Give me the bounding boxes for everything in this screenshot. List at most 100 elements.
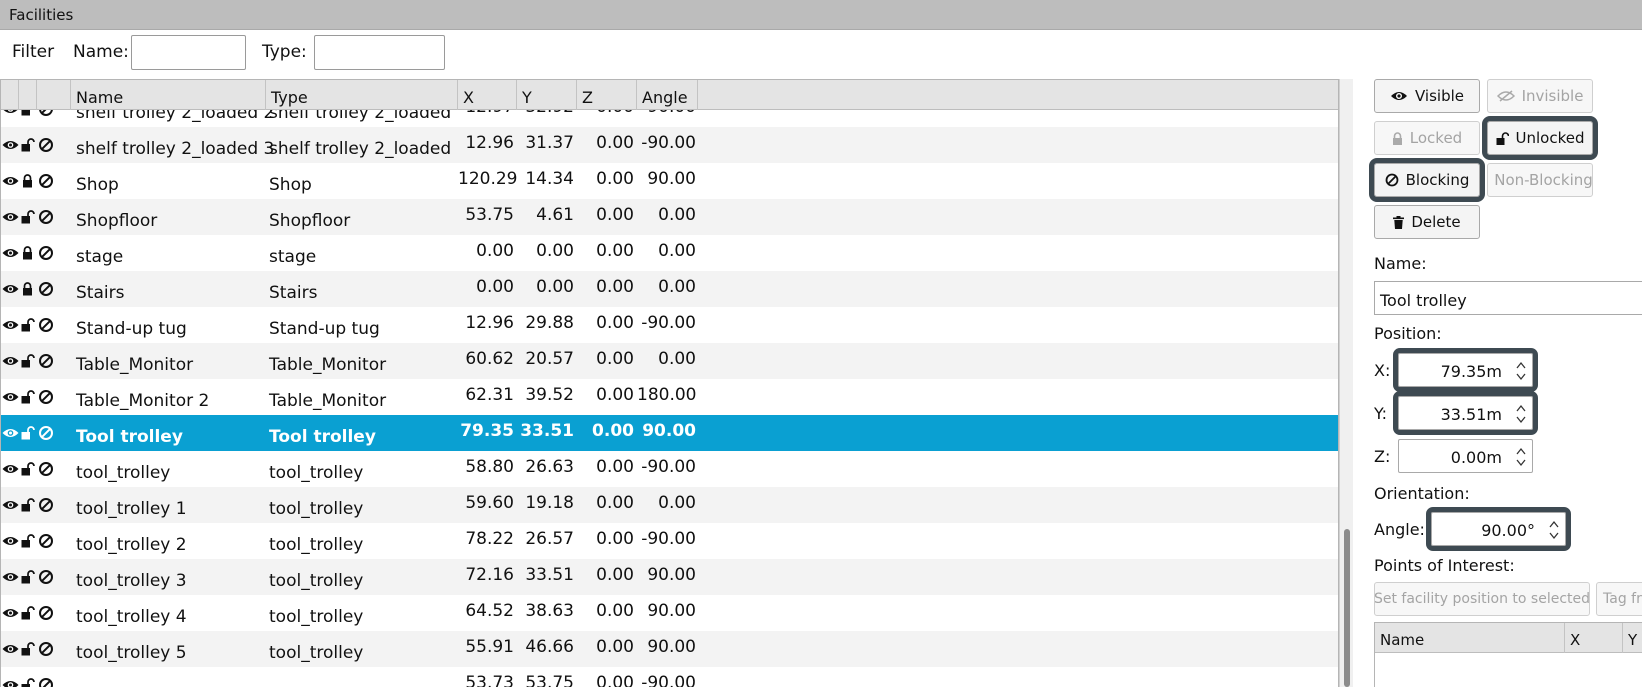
blocking-icon[interactable] — [38, 425, 54, 441]
column-header-type[interactable]: Type — [266, 80, 458, 110]
unlock-icon[interactable] — [21, 210, 35, 224]
z-spinbox[interactable]: 0.00m — [1398, 439, 1533, 473]
table-row[interactable]: Tool trolley Tool trolley 79.35 33.51 0.00 90… — [1, 415, 1338, 451]
table-row[interactable]: tool_trolley 1 tool_trolley 59.60 19.18 0.00… — [1, 487, 1338, 523]
eye-icon[interactable] — [2, 679, 19, 687]
eye-icon[interactable] — [2, 355, 19, 367]
angle-spinbox[interactable]: 90.00° — [1426, 507, 1571, 551]
column-header-x[interactable]: X — [458, 80, 517, 110]
unlock-icon[interactable] — [21, 678, 35, 687]
blocking-icon[interactable] — [38, 641, 54, 657]
poi-column-y[interactable]: Y — [1623, 623, 1642, 653]
blocking-icon[interactable] — [38, 245, 54, 261]
eye-icon[interactable] — [2, 499, 19, 511]
blocking-icon[interactable] — [38, 497, 54, 513]
table-row[interactable]: Table_Monitor Table_Monitor 60.62 20.57 0.00… — [1, 343, 1338, 379]
table-row[interactable]: Stairs Stairs 0.00 0.00 0.00 0.00 — [1, 271, 1338, 307]
table-body[interactable]: shelf trolley 2_loaded 2 shelf trolley 2_… — [1, 110, 1338, 687]
column-header-z[interactable]: Z — [577, 80, 637, 110]
spin-arrows-icon[interactable] — [1516, 445, 1526, 469]
unlock-icon[interactable] — [21, 462, 35, 476]
unlock-icon[interactable] — [21, 570, 35, 584]
spin-arrows-icon[interactable] — [1516, 359, 1526, 383]
lock-icon[interactable] — [22, 246, 33, 260]
unlock-icon[interactable] — [21, 318, 35, 332]
blocking-icon[interactable] — [38, 137, 54, 153]
column-header-angle[interactable]: Angle — [637, 80, 698, 110]
blocking-icon[interactable] — [38, 173, 54, 189]
delete-button[interactable]: Delete — [1374, 205, 1480, 239]
eye-icon[interactable] — [2, 643, 19, 655]
unlock-icon[interactable] — [21, 642, 35, 656]
blocking-icon[interactable] — [38, 677, 54, 687]
eye-icon[interactable] — [2, 175, 19, 187]
column-header-locked[interactable] — [19, 80, 37, 110]
unlocked-button[interactable]: Unlocked — [1482, 116, 1598, 160]
table-row[interactable]: tool_trolley 5 tool_trolley 55.91 46.66 0.00… — [1, 631, 1338, 667]
filter-name-input[interactable] — [131, 35, 246, 70]
blocking-icon[interactable] — [38, 533, 54, 549]
blocking-icon[interactable] — [38, 353, 54, 369]
table-row[interactable]: Stand-up tug Stand-up tug 12.96 29.88 0.00 -9… — [1, 307, 1338, 343]
non-blocking-button[interactable]: Non-Blocking — [1487, 163, 1593, 197]
eye-icon[interactable] — [2, 110, 19, 115]
blocking-icon[interactable] — [38, 605, 54, 621]
y-spinbox[interactable]: 33.51m — [1393, 391, 1538, 435]
name-field[interactable]: Tool trolley — [1374, 281, 1642, 315]
eye-icon[interactable] — [2, 463, 19, 475]
points-of-interest-table[interactable]: Name X Y — [1374, 622, 1642, 687]
locked-button[interactable]: Locked — [1374, 121, 1480, 155]
blocking-button[interactable]: Blocking — [1369, 158, 1485, 202]
table-row[interactable]: 53.73 53.75 0.00 -90.00 — [1, 667, 1338, 687]
eye-icon[interactable] — [2, 319, 19, 331]
column-header-name[interactable]: Name — [71, 80, 266, 110]
unlock-icon[interactable] — [21, 426, 35, 440]
eye-icon[interactable] — [2, 211, 19, 223]
table-row[interactable]: shelf trolley 2_loaded 3 shelf trolley 2_… — [1, 127, 1338, 163]
invisible-button[interactable]: Invisible — [1487, 79, 1593, 113]
unlock-icon[interactable] — [21, 498, 35, 512]
set-facility-position-button[interactable]: Set facility position to selected — [1374, 582, 1590, 616]
x-spinbox[interactable]: 79.35m — [1393, 348, 1538, 392]
unlock-icon[interactable] — [21, 138, 35, 152]
column-header-visible[interactable] — [1, 80, 19, 110]
scrollbar-thumb[interactable] — [1344, 529, 1350, 687]
blocking-icon[interactable] — [38, 317, 54, 333]
unlock-icon[interactable] — [21, 390, 35, 404]
lock-icon[interactable] — [22, 174, 33, 188]
table-row[interactable]: Table_Monitor 2 Table_Monitor 62.31 39.52 0.… — [1, 379, 1338, 415]
blocking-icon[interactable] — [38, 569, 54, 585]
blocking-icon[interactable] — [38, 110, 54, 117]
blocking-icon[interactable] — [38, 209, 54, 225]
table-row[interactable]: tool_trolley 2 tool_trolley 78.22 26.57 0.00… — [1, 523, 1338, 559]
eye-icon[interactable] — [2, 283, 19, 295]
column-header-y[interactable]: Y — [517, 80, 577, 110]
blocking-icon[interactable] — [38, 461, 54, 477]
eye-icon[interactable] — [2, 535, 19, 547]
blocking-icon[interactable] — [38, 389, 54, 405]
column-header-blocking[interactable] — [37, 80, 71, 110]
spin-arrows-icon[interactable] — [1516, 402, 1526, 426]
blocking-icon[interactable] — [38, 281, 54, 297]
eye-icon[interactable] — [2, 427, 19, 439]
eye-icon[interactable] — [2, 139, 19, 151]
table-row[interactable]: tool_trolley tool_trolley 58.80 26.63 0.00 -9… — [1, 451, 1338, 487]
poi-column-name[interactable]: Name — [1375, 623, 1565, 653]
table-row[interactable]: Shopfloor Shopfloor 53.75 4.61 0.00 0.00 — [1, 199, 1338, 235]
spin-arrows-icon[interactable] — [1549, 518, 1559, 542]
filter-type-input[interactable] — [314, 35, 445, 70]
unlock-icon[interactable] — [21, 354, 35, 368]
table-row[interactable]: stage stage 0.00 0.00 0.00 0.00 — [1, 235, 1338, 271]
eye-icon[interactable] — [2, 247, 19, 259]
tag-from-button[interactable]: Tag fr — [1596, 582, 1642, 616]
table-vertical-scrollbar[interactable] — [1339, 79, 1353, 687]
table-row[interactable]: shelf trolley 2_loaded 2 shelf trolley 2_… — [1, 110, 1338, 127]
table-row[interactable]: tool_trolley 3 tool_trolley 72.16 33.51 0.00… — [1, 559, 1338, 595]
poi-column-x[interactable]: X — [1565, 623, 1623, 653]
unlock-icon[interactable] — [21, 606, 35, 620]
table-row[interactable]: tool_trolley 4 tool_trolley 64.52 38.63 0.00… — [1, 595, 1338, 631]
lock-icon[interactable] — [22, 282, 33, 296]
eye-icon[interactable] — [2, 571, 19, 583]
unlock-icon[interactable] — [21, 534, 35, 548]
table-row[interactable]: Shop Shop 120.29 14.34 0.00 90.00 — [1, 163, 1338, 199]
